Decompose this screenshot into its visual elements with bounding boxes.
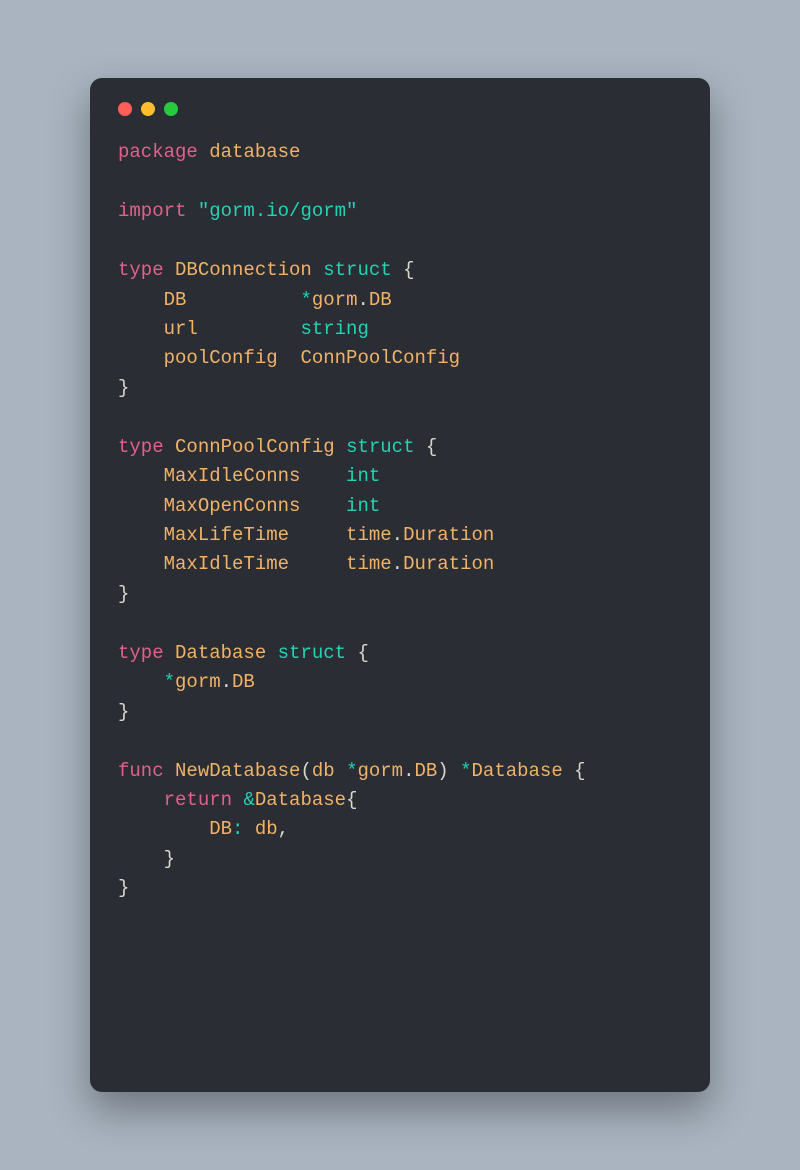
type-ref: Database [255, 789, 346, 811]
dot: . [403, 760, 414, 782]
brace: { [426, 436, 437, 458]
func-name: NewDatabase [175, 760, 300, 782]
window-titlebar [118, 100, 682, 130]
pkg: gorm [357, 760, 403, 782]
dot: . [392, 553, 403, 575]
brace: } [118, 377, 129, 399]
paren: ( [300, 760, 311, 782]
star: * [460, 760, 471, 782]
field-name: MaxLifeTime [164, 524, 289, 546]
keyword-type: type [118, 259, 164, 281]
star: * [300, 289, 311, 311]
keyword-type: type [118, 642, 164, 664]
pkg: time [346, 553, 392, 575]
keyword-import: import [118, 200, 186, 222]
keyword-struct: struct [278, 642, 346, 664]
param-name: db [312, 760, 335, 782]
type-name: ConnPoolConfig [175, 436, 335, 458]
keyword-type: type [118, 436, 164, 458]
keyword-return: return [164, 789, 232, 811]
brace: { [357, 642, 368, 664]
type-ref: DB [414, 760, 437, 782]
dot: . [221, 671, 232, 693]
pkg: gorm [312, 289, 358, 311]
paren: ) [437, 760, 448, 782]
stage: package database import "gorm.io/gorm" t… [0, 0, 800, 1170]
field-name: DB [209, 818, 232, 840]
comma: , [278, 818, 289, 840]
keyword-func: func [118, 760, 164, 782]
builtin-type: int [346, 495, 380, 517]
ident: db [255, 818, 278, 840]
brace: } [118, 583, 129, 605]
field-name: url [164, 318, 198, 340]
type-name: DBConnection [175, 259, 312, 281]
dot: . [392, 524, 403, 546]
type-name: Database [175, 642, 266, 664]
type-ref: Duration [403, 553, 494, 575]
return-type: Database [472, 760, 563, 782]
builtin-type: string [300, 318, 368, 340]
import-path: "gorm.io/gorm" [198, 200, 358, 222]
brace: } [118, 701, 129, 723]
dot: . [357, 289, 368, 311]
field-name: MaxIdleConns [164, 465, 301, 487]
field-name: poolConfig [164, 347, 278, 369]
colon: : [232, 818, 243, 840]
star: * [346, 760, 357, 782]
type-ref: DB [369, 289, 392, 311]
code-window: package database import "gorm.io/gorm" t… [90, 78, 710, 1091]
builtin-type: int [346, 465, 380, 487]
field-name: MaxOpenConns [164, 495, 301, 517]
code-block: package database import "gorm.io/gorm" t… [118, 130, 682, 1063]
brace: } [164, 848, 175, 870]
brace: { [403, 259, 414, 281]
amp: & [243, 789, 254, 811]
keyword-package: package [118, 141, 198, 163]
close-icon[interactable] [118, 102, 132, 116]
keyword-struct: struct [346, 436, 414, 458]
pkg: time [346, 524, 392, 546]
minimize-icon[interactable] [141, 102, 155, 116]
package-name: database [209, 141, 300, 163]
brace: { [574, 760, 585, 782]
field-name: DB [164, 289, 187, 311]
type-ref: ConnPoolConfig [300, 347, 460, 369]
field-name: MaxIdleTime [164, 553, 289, 575]
brace: } [118, 877, 129, 899]
keyword-struct: struct [323, 259, 391, 281]
brace: { [346, 789, 357, 811]
star: * [164, 671, 175, 693]
pkg: gorm [175, 671, 221, 693]
type-ref: DB [232, 671, 255, 693]
type-ref: Duration [403, 524, 494, 546]
zoom-icon[interactable] [164, 102, 178, 116]
